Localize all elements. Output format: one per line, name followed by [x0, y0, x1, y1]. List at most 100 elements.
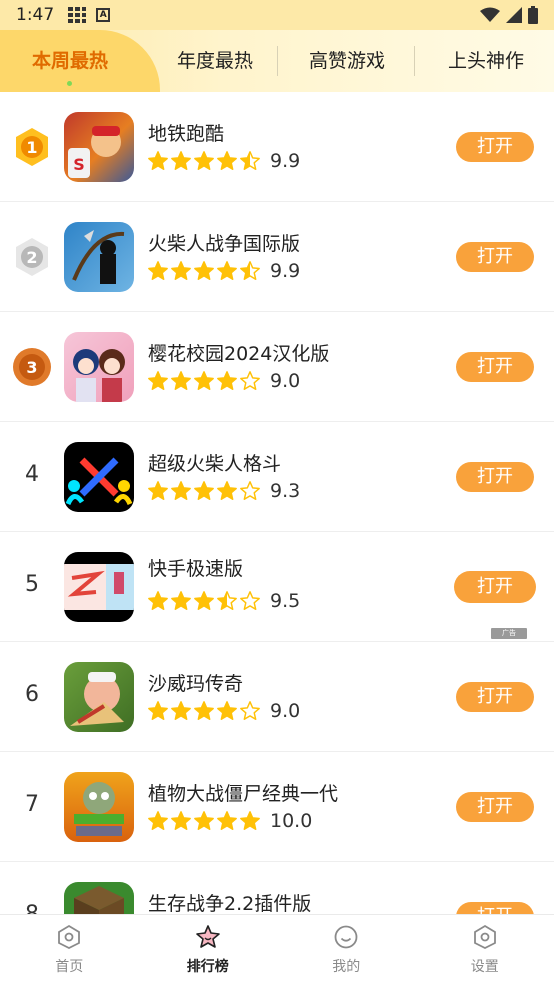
star-full-icon: [194, 481, 214, 500]
star-full-icon: [194, 701, 214, 720]
rating-stars: 10.0: [147, 810, 312, 832]
list-item[interactable]: 4 超级火柴人格斗 9.3 打开: [0, 422, 554, 532]
list-item[interactable]: 6 沙威玛传奇 9.0 打开: [0, 642, 554, 752]
open-button[interactable]: 打开: [456, 352, 534, 382]
app-name[interactable]: 地铁跑酷: [148, 119, 224, 146]
rating-score: 9.9: [270, 260, 301, 282]
star-full-icon: [217, 371, 237, 390]
app-name[interactable]: 植物大战僵尸经典一代: [148, 779, 338, 806]
rating-stars: 9.0: [147, 700, 300, 722]
list-item[interactable]: 7 植物大战僵尸经典一代 10.0 打开: [0, 752, 554, 862]
app-name[interactable]: 火柴人战争国际版: [148, 229, 300, 256]
nav-home-label: 首页: [55, 958, 84, 975]
app-name[interactable]: 沙威玛传奇: [148, 669, 243, 696]
ranking-tabs: 本周最热 年度最热 高赞游戏 上头神作: [0, 30, 554, 92]
star-full-icon: [217, 811, 237, 830]
active-tab-dot: [67, 81, 72, 86]
rank-number: 8: [18, 902, 46, 914]
star-full-icon: [194, 591, 214, 610]
star-full-icon: [148, 701, 168, 720]
star-full-icon: [148, 371, 168, 390]
star-full-icon: [194, 811, 214, 830]
gold-medal-icon: 1: [16, 128, 48, 166]
rating-stars: 9.3: [147, 480, 300, 502]
survivalcraft-icon[interactable]: [64, 882, 134, 914]
star-full-icon: [171, 591, 191, 610]
rating-stars: 9.9: [147, 150, 300, 172]
nav-ranking[interactable]: 排行榜: [139, 915, 278, 984]
open-button[interactable]: 打开: [456, 792, 534, 822]
list-item[interactable]: 3 樱花校园2024汉化版 9.0 打开: [0, 312, 554, 422]
star-empty-icon: [240, 371, 260, 390]
star-half-icon: [217, 591, 237, 610]
app-ranking-list[interactable]: 1 S 地铁跑酷 9.9 打开 2 火柴人战争国际版 9.9 打开 3 樱花校园…: [0, 92, 554, 914]
subway-surfers-icon[interactable]: S: [64, 112, 134, 182]
rating-stars: 9.0: [147, 370, 300, 392]
nav-profile[interactable]: 我的: [277, 915, 416, 984]
app-name[interactable]: 快手极速版: [148, 554, 243, 581]
bottom-navigation: 首页 排行榜 我的 设置: [0, 914, 554, 984]
open-button[interactable]: 打开: [456, 682, 534, 712]
open-button[interactable]: 打开: [454, 571, 536, 603]
star-half-icon: [240, 151, 260, 170]
star-full-icon: [240, 811, 260, 830]
star-full-icon: [148, 151, 168, 170]
stickman-fight-icon[interactable]: [64, 442, 134, 512]
app-name[interactable]: 樱花校园2024汉化版: [148, 339, 329, 366]
status-bar: 1:47 A: [0, 0, 554, 30]
sakura-school-icon[interactable]: [64, 332, 134, 402]
ad-badge: 广告: [491, 628, 527, 639]
star-full-icon: [148, 591, 168, 610]
star-full-icon: [217, 701, 237, 720]
rank-number: 4: [25, 462, 39, 487]
nav-settings[interactable]: 设置: [416, 915, 554, 984]
rank-number: 6: [25, 682, 39, 707]
rating-score: 9.0: [270, 700, 301, 722]
rating-score: 9.3: [270, 480, 301, 502]
open-button[interactable]: 打开: [456, 132, 534, 162]
open-button[interactable]: 打开: [456, 462, 534, 492]
kuaishou-icon[interactable]: [64, 552, 134, 622]
list-item[interactable]: 1 S 地铁跑酷 9.9 打开: [0, 92, 554, 202]
star-full-icon: [171, 481, 191, 500]
tab-divider: [277, 46, 278, 76]
tab-top-rated[interactable]: 高赞游戏: [287, 30, 407, 92]
list-item[interactable]: 8 生存战争2.2插件版 打开: [0, 862, 554, 914]
app-name[interactable]: 超级火柴人格斗: [148, 449, 281, 476]
star-empty-icon: [240, 701, 260, 720]
star-full-icon: [148, 811, 168, 830]
nav-home[interactable]: 首页: [0, 915, 139, 984]
open-button[interactable]: 打开: [456, 902, 534, 914]
list-item[interactable]: 5 快手极速版 9.5 打开: [0, 532, 554, 642]
star-full-icon: [194, 371, 214, 390]
open-button[interactable]: 打开: [456, 242, 534, 272]
star-half-icon: [240, 261, 260, 280]
rating-score: 9.5: [270, 590, 301, 612]
profile-icon: [334, 925, 358, 948]
star-full-icon: [148, 481, 168, 500]
tab-divider: [414, 46, 415, 76]
tab-yearly-hot[interactable]: 年度最热: [155, 30, 275, 92]
app-name[interactable]: 生存战争2.2插件版: [148, 889, 311, 914]
wifi-icon: [480, 7, 500, 22]
nav-settings-label: 设置: [470, 958, 499, 975]
plants-zombies-icon[interactable]: [64, 772, 134, 842]
star-full-icon: [194, 261, 214, 280]
app-grid-icon: [68, 7, 87, 23]
stick-war-icon[interactable]: [64, 222, 134, 292]
svg-text:1: 1: [26, 138, 37, 157]
tab-addictive[interactable]: 上头神作: [428, 30, 544, 92]
bronze-medal-icon: 3: [13, 348, 51, 386]
star-full-icon: [171, 261, 191, 280]
status-time: 1:47: [16, 5, 55, 25]
list-item[interactable]: 2 火柴人战争国际版 9.9 打开: [0, 202, 554, 312]
rating-stars: 9.9: [147, 260, 300, 282]
svg-text:2: 2: [26, 248, 37, 267]
rank-number: 5: [25, 572, 39, 597]
star-full-icon: [171, 151, 191, 170]
rank-number: 7: [25, 792, 39, 817]
svg-text:S: S: [73, 155, 85, 174]
star-empty-icon: [240, 591, 260, 610]
shawarma-icon[interactable]: [64, 662, 134, 732]
nav-ranking-label: 排行榜: [186, 958, 229, 975]
